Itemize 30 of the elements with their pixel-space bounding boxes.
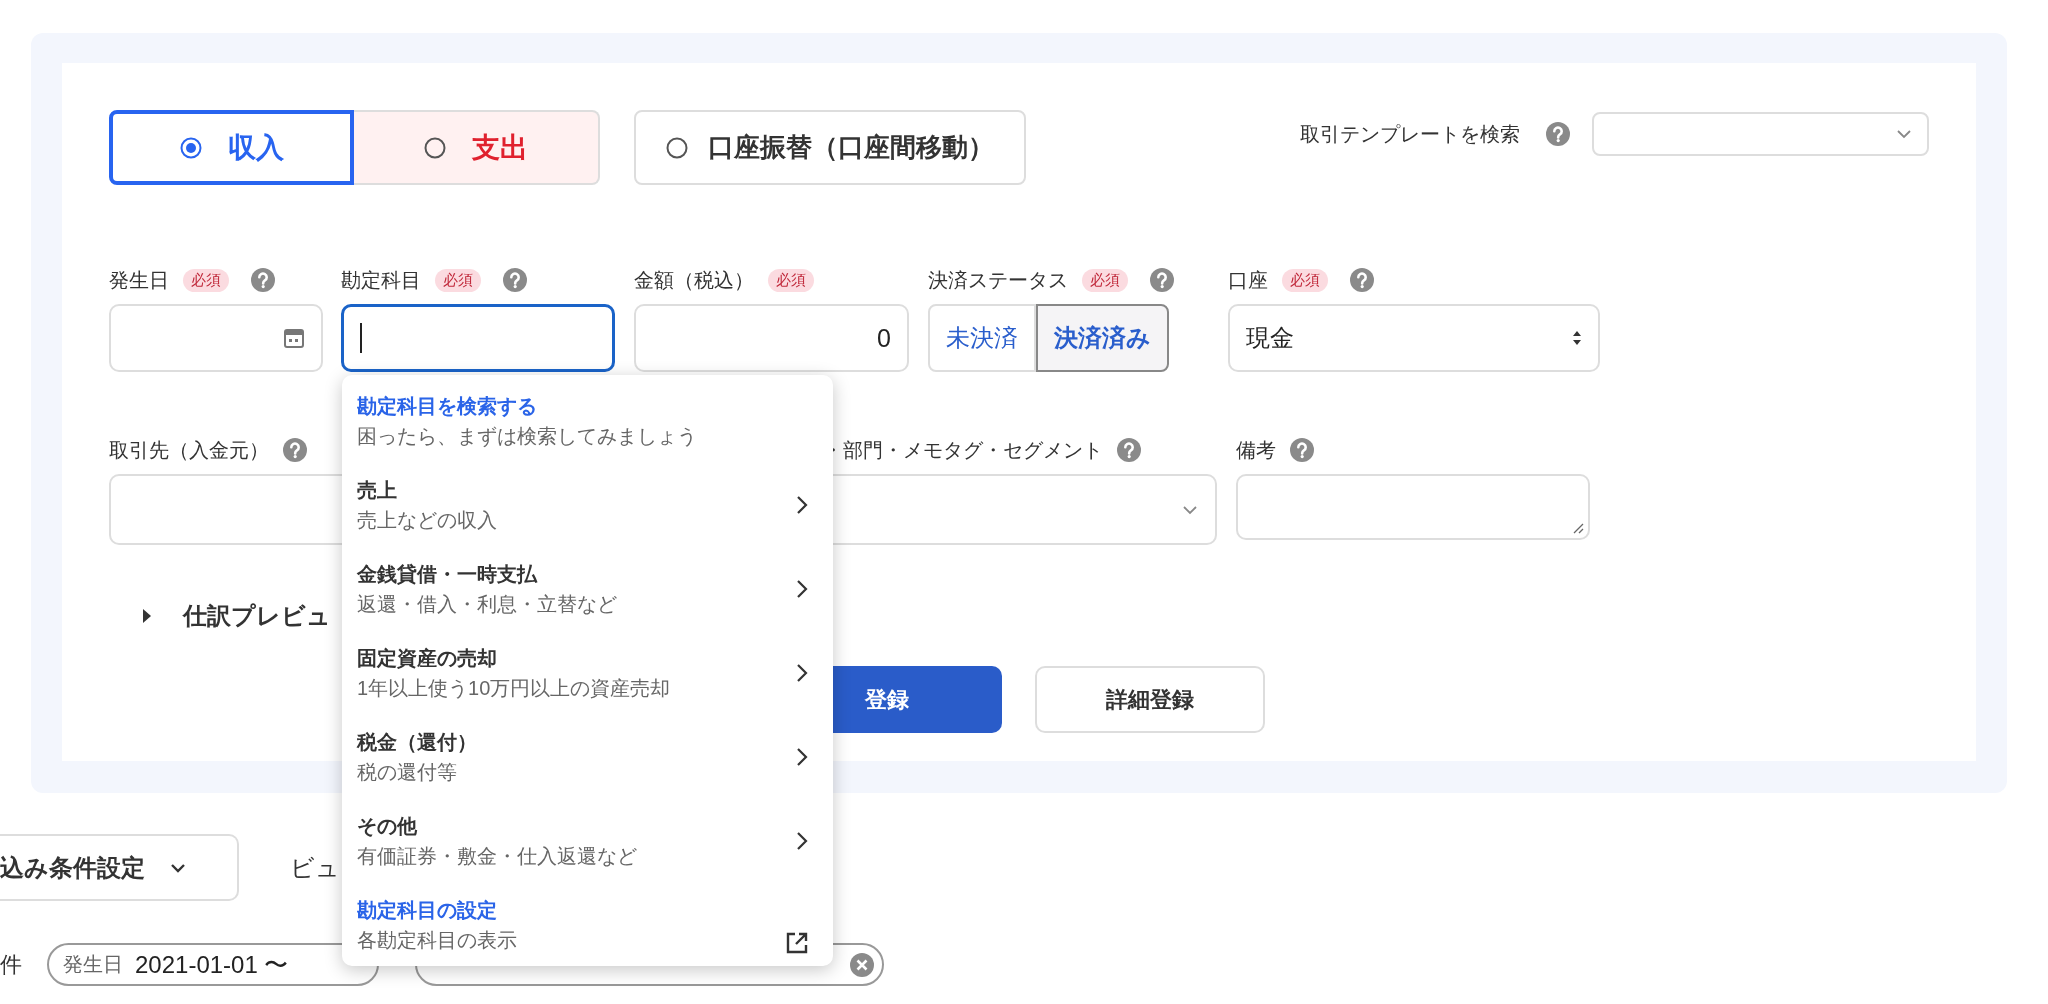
field-label: 備考 [1236,437,1276,463]
menu-item-title: その他 [357,814,418,839]
menu-item-title: 金銭貸借・一時支払 [357,562,539,587]
menu-item-title: 固定資産の売却 [357,646,498,671]
field-label: 決済ステータス [928,267,1068,293]
field-label: 口座 [1228,267,1268,293]
required-badge: 必須 [435,268,481,292]
menu-item-subtitle: 売上などの収入 [357,508,497,533]
template-search-label: 取引テンプレートを検索 [1300,121,1520,147]
chip-value: 2021-01-01 〜 [135,949,289,980]
required-badge: 必須 [1082,268,1128,292]
menu-item-title: 売上 [357,478,398,503]
conditions-label: 件 [0,950,23,979]
menu-item-subtitle: 有価証券・敷金・仕入返還など [357,844,637,869]
menu-item-subtitle: 1年以上使う10万円以上の資産売却 [357,676,671,701]
menu-item-subtitle: 返還・借入・利息・立替など [357,592,617,617]
chip-label: 発生日 [63,952,123,977]
field-label: 発生日 [109,267,169,293]
required-badge: 必須 [1282,268,1328,292]
required-badge: 必須 [768,268,814,292]
menu-item-subtitle: 困ったら、まずは検索してみましょう [357,424,697,449]
field-label: 金額（税込） [634,267,754,293]
view-label: ビュ [290,852,340,883]
field-label: 勘定科目 [341,267,421,293]
menu-item-title: 勘定科目を検索する [357,394,538,419]
menu-item-title: 勘定科目の設定 [357,898,498,923]
required-badge: 必須 [183,268,229,292]
menu-item-subtitle: 税の還付等 [357,760,458,785]
field-label: 取引先（入金元） [109,437,269,463]
menu-item-title: 税金（還付） [357,730,477,755]
